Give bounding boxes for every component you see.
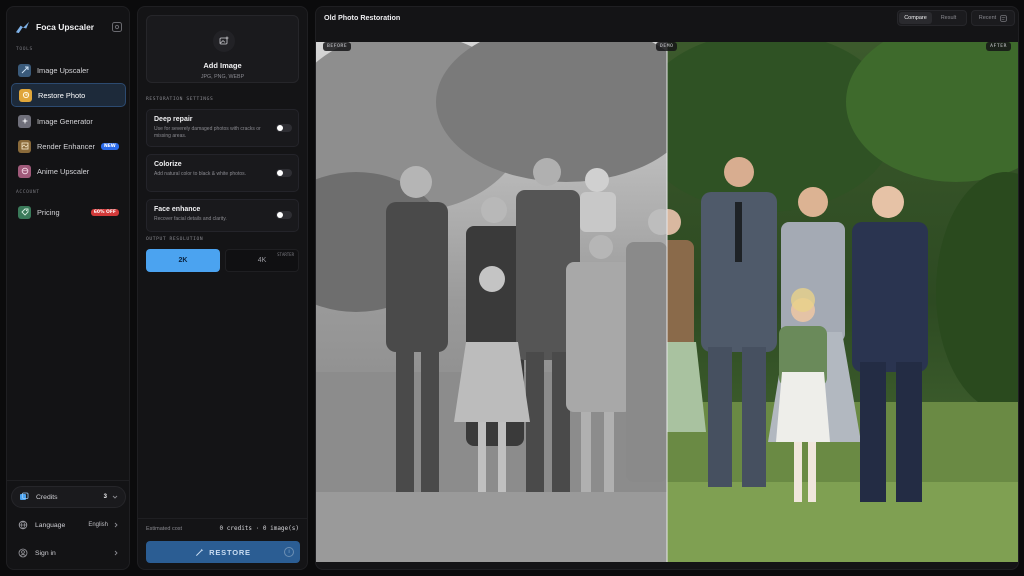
credits-value: 3 [103, 494, 107, 500]
restoration-settings-label: RESTORATION SETTINGS [146, 97, 214, 102]
resolution-4k-label: 4K [257, 257, 267, 264]
toggle-knob [277, 125, 283, 131]
generator-icon [18, 114, 31, 128]
sidebar-item-anime-upscaler[interactable]: Anime Upscaler [11, 159, 126, 183]
output-resolution-label: OUTPUT RESOLUTION [146, 237, 204, 242]
credits-button[interactable]: Credits 3 [11, 486, 126, 508]
history-icon [1000, 14, 1007, 22]
globe-icon [18, 520, 28, 530]
before-tag: BEFORE [323, 42, 352, 51]
restore-label: RESTORE [209, 547, 251, 557]
option-description: Add natural color to black & white photo… [154, 171, 246, 177]
estimated-cost-value: 0 credits · 0 image(s) [219, 525, 299, 532]
estimated-cost-label: Estimated cost [146, 525, 183, 532]
restore-icon [19, 88, 32, 102]
before-image [316, 42, 667, 562]
sidebar-divider [7, 480, 129, 481]
add-image-title: Add Image [203, 61, 242, 70]
sidebar-item-label: Image Generator [37, 116, 93, 126]
brand-name: Foca Upscaler [36, 22, 95, 32]
after-image [667, 42, 1018, 562]
option-deep-repair[interactable]: Deep repair Use for severely damaged pho… [146, 109, 299, 147]
panel-toggle-icon[interactable] [111, 21, 123, 33]
option-face-enhance[interactable]: Face enhance Recover facial details and … [146, 199, 299, 232]
resolution-2k-label: 2K [178, 257, 188, 264]
view-mode-toggle: Compare Result [897, 10, 967, 26]
magic-wand-icon [196, 548, 204, 556]
option-description: Recover facial details and clarity. [154, 216, 227, 222]
sidebar-item-image-generator[interactable]: Image Generator [11, 109, 126, 133]
colorize-toggle[interactable] [276, 169, 292, 177]
main-viewer: Old Photo Restoration Compare Result Rec… [315, 6, 1019, 570]
toggle-knob [277, 212, 283, 218]
pricing-icon [18, 205, 31, 219]
recent-button[interactable]: Recent [971, 10, 1015, 26]
toggle-knob [277, 170, 283, 176]
sidebar-item-label: Restore Photo [38, 90, 86, 100]
option-colorize[interactable]: Colorize Add natural color to black & wh… [146, 154, 299, 192]
face-enhance-toggle[interactable] [276, 211, 292, 219]
option-title: Face enhance [154, 206, 201, 213]
render-icon [18, 139, 31, 153]
new-badge: NEW [100, 142, 119, 150]
after-tag: AFTER [986, 42, 1011, 51]
before-after-comparison[interactable] [316, 42, 1019, 562]
sidebar-item-label: Pricing [37, 207, 60, 217]
demo-tag: DEMO [656, 42, 678, 51]
sign-in-label: Sign in [35, 549, 56, 557]
sidebar-item-pricing[interactable]: Pricing 60% OFF [11, 200, 126, 224]
credits-icon [20, 492, 29, 500]
chevron-down-icon [112, 495, 118, 499]
option-description: Use for severely damaged photos with cra… [154, 126, 261, 139]
foca-logo-icon [15, 21, 30, 33]
sidebar-item-restore-photo[interactable]: Restore Photo [11, 83, 126, 107]
recent-label: Recent [978, 15, 997, 21]
language-selector[interactable]: Language English [11, 514, 126, 536]
sidebar-item-label: Anime Upscaler [37, 166, 90, 176]
info-icon[interactable]: i [284, 547, 294, 557]
resolution-4k-button[interactable]: 4K STARTER [225, 249, 299, 272]
restore-button[interactable]: RESTORE i [146, 541, 300, 563]
resolution-2k-button[interactable]: 2K [146, 249, 220, 272]
sign-in-button[interactable]: Sign in [11, 542, 126, 564]
language-label: Language [35, 521, 66, 529]
sidebar-item-render-enhancer[interactable]: Render Enhancer NEW [11, 134, 126, 158]
brand[interactable]: Foca Upscaler [15, 16, 125, 38]
add-image-formats: JPG, PNG, WEBP [200, 74, 245, 80]
tab-compare[interactable]: Compare [899, 12, 932, 24]
option-title: Colorize [154, 161, 182, 168]
settings-panel: Add Image JPG, PNG, WEBP RESTORATION SET… [137, 6, 308, 570]
deep-repair-toggle[interactable] [276, 124, 292, 132]
estimated-cost-row: Estimated cost 0 credits · 0 image(s) [146, 525, 299, 532]
anime-icon [18, 164, 31, 178]
option-title: Deep repair [154, 116, 193, 123]
starter-tag: STARTER [277, 252, 294, 257]
sidebar-item-label: Image Upscaler [37, 65, 89, 75]
sidebar: Foca Upscaler TOOLS Image Upscaler Resto… [6, 6, 130, 570]
account-section-label: ACCOUNT [16, 190, 40, 195]
language-value: English [88, 522, 108, 528]
panel-divider [138, 518, 307, 519]
page-title: Old Photo Restoration [324, 13, 401, 22]
upscale-icon [18, 63, 31, 77]
chevron-right-icon [114, 550, 118, 556]
add-image-dropzone[interactable]: Add Image JPG, PNG, WEBP [146, 15, 299, 83]
chevron-right-icon [114, 522, 118, 528]
tab-result[interactable]: Result [932, 12, 965, 24]
credits-label: Credits [36, 493, 58, 501]
add-image-icon [213, 30, 235, 52]
user-icon [18, 548, 28, 558]
sidebar-item-label: Render Enhancer [37, 141, 95, 151]
discount-badge: 60% OFF [90, 208, 119, 216]
sidebar-item-image-upscaler[interactable]: Image Upscaler [11, 58, 126, 82]
tools-section-label: TOOLS [16, 47, 33, 52]
